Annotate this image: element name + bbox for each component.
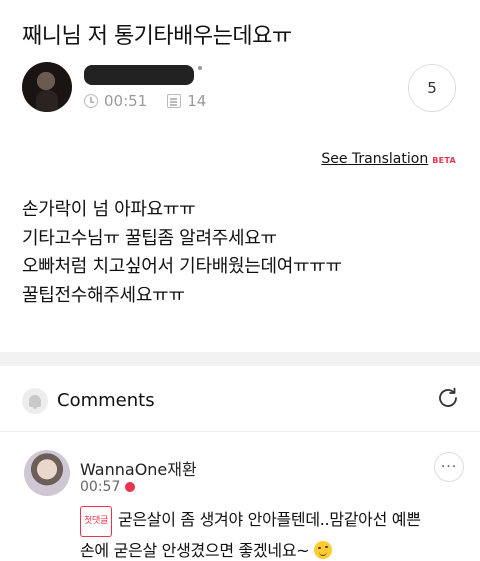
like-count-button[interactable]: 5 xyxy=(408,64,456,112)
more-options-button[interactable]: ··· xyxy=(434,452,464,482)
post-meta: 00:51 14 xyxy=(84,92,206,110)
post-views: 14 xyxy=(187,92,207,110)
refresh-icon[interactable] xyxy=(436,386,460,410)
wink-emoji-icon xyxy=(314,541,333,559)
comments-label: Comments xyxy=(57,390,155,411)
post-body-line: 손가락이 넘 아파요ㅠㅠ xyxy=(22,199,196,220)
author-avatar[interactable] xyxy=(22,62,72,112)
document-icon xyxy=(167,94,182,108)
comment-text-line: 손에 굳은살 안생겼으면 좋겠네요~ xyxy=(80,541,310,560)
post-body: 손가락이 넘 아파요ㅠㅠ 기타고수님ㅠ 꿀팁좀 알려주세요ㅠ 오빠처럼 치고싶어… xyxy=(22,196,342,310)
post-body-line: 오빠처럼 치고싶어서 기타배웠는데여ㅠㅠㅠ xyxy=(22,256,342,277)
first-comment-badge: 첫댓글 xyxy=(80,506,112,537)
notification-toggle[interactable] xyxy=(22,388,48,414)
comment-text-line: 굳은살이 좀 생겨야 안아플텐데..맘같아선 예쁜 xyxy=(117,510,421,529)
comments-header: Comments xyxy=(0,366,480,432)
new-indicator-dot xyxy=(125,482,136,492)
commenter-name[interactable]: WannaOne재환 xyxy=(80,456,197,480)
clock-icon xyxy=(84,94,98,108)
translation-label[interactable]: See Translation xyxy=(321,151,428,167)
commenter-avatar[interactable] xyxy=(24,450,70,496)
comment-text: 첫댓글 굳은살이 좀 생겨야 안아플텐데..맘같아선 예쁜 손에 굳은살 안생겼으… xyxy=(80,506,421,561)
comment-item: WannaOne재환 00:57 ··· 첫댓글 굳은살이 좀 생겨야 안아플텐데… xyxy=(0,432,480,561)
post-title: 째니님 저 통기타배우는데요ㅠ xyxy=(22,24,292,49)
comment-time: 00:57 xyxy=(80,479,121,495)
section-divider xyxy=(0,352,480,366)
beta-badge: BETA xyxy=(432,156,456,165)
author-name-redacted xyxy=(84,65,194,85)
post-author-row: 00:51 14 xyxy=(22,62,462,114)
post-time: 00:51 xyxy=(104,92,148,110)
post-body-line: 기타고수님ㅠ 꿀팁좀 알려주세요ㅠ xyxy=(22,227,277,249)
see-translation-link[interactable]: See Translation BETA xyxy=(321,151,456,167)
author-badge-dot xyxy=(198,66,202,70)
comment-meta: 00:57 xyxy=(80,479,136,495)
bell-icon xyxy=(29,395,41,409)
post-body-line: 꿀팁전수해주세요ㅠㅠ xyxy=(22,284,185,306)
